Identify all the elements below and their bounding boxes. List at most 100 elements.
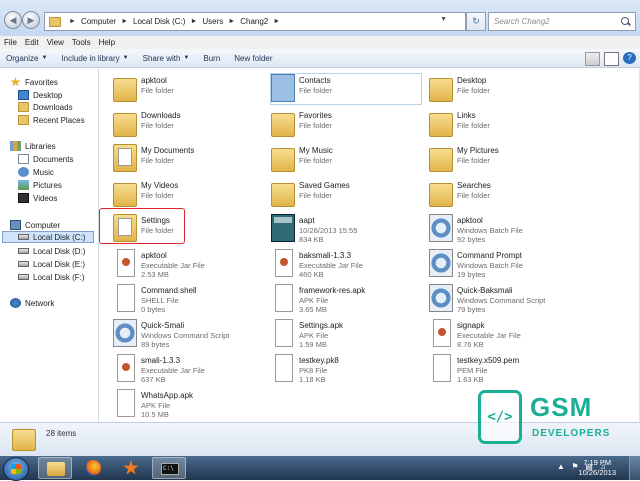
file-item[interactable]: My Videos File folder: [113, 179, 263, 209]
new-folder-button[interactable]: New folder: [234, 54, 272, 63]
file-item[interactable]: apktool Executable Jar File 2.53 MB: [113, 249, 263, 279]
nav-computer[interactable]: Computer: [10, 219, 60, 231]
chevron-right-icon[interactable]: ►: [273, 18, 280, 25]
help-icon[interactable]: ?: [623, 52, 636, 64]
file-name: Command.shell: [141, 286, 197, 295]
file-item[interactable]: framework-res.apk APK File 3.65 MB: [271, 284, 421, 314]
file-item[interactable]: Saved Games File folder: [271, 179, 421, 209]
nav-desktop[interactable]: Desktop: [18, 89, 62, 101]
file-name: Contacts: [299, 76, 331, 85]
clock-date: 10/26/2013: [578, 468, 616, 477]
chevron-right-icon[interactable]: ►: [228, 18, 235, 25]
file-item[interactable]: apktool Windows Batch File 92 bytes: [429, 214, 579, 244]
include-in-library-button[interactable]: Include in library ▼: [61, 54, 128, 63]
file-size: 19 bytes: [457, 270, 486, 279]
organize-button[interactable]: Organize ▼: [6, 54, 47, 63]
file-item[interactable]: apktool File folder: [113, 74, 263, 104]
file-item[interactable]: My Pictures File folder: [429, 144, 579, 174]
nav-label: Local Disk (D:): [33, 246, 86, 256]
nav-downloads[interactable]: Downloads: [18, 101, 73, 113]
file-item[interactable]: My Documents File folder: [113, 144, 263, 174]
menu-tools[interactable]: Tools: [72, 38, 91, 47]
taskbar-explorer-button[interactable]: [38, 457, 72, 479]
nav-libraries[interactable]: Libraries: [10, 140, 56, 152]
nav-network[interactable]: Network: [10, 297, 54, 309]
chevron-down-icon[interactable]: ▼: [440, 16, 447, 23]
file-item[interactable]: Quick-Baksmali Windows Command Script 79 b…: [429, 284, 579, 314]
back-button[interactable]: ◀: [4, 11, 22, 29]
change-view-icon[interactable]: [585, 52, 600, 66]
gsm-developers-watermark: </> GSM DEVELOPERS: [478, 390, 638, 452]
menu-edit[interactable]: Edit: [25, 38, 39, 47]
menu-file[interactable]: File: [4, 38, 17, 47]
file-item[interactable]: Downloads File folder: [113, 109, 263, 139]
file-item[interactable]: testkey.x509.pem PEM File 1.63 KB: [429, 354, 579, 384]
taskbar-firefox-button[interactable]: [76, 457, 110, 479]
file-item[interactable]: Command.shell SHELL File 0 bytes: [113, 284, 263, 314]
file-item[interactable]: Contacts File folder: [270, 73, 422, 105]
crumb-computer[interactable]: Computer: [81, 17, 116, 26]
nav-label: Documents: [33, 154, 74, 164]
file-item[interactable]: Favorites File folder: [271, 109, 421, 139]
file-item[interactable]: Links File folder: [429, 109, 579, 139]
batch-icon: [113, 319, 137, 347]
menu-view[interactable]: View: [47, 38, 64, 47]
file-type: File folder: [299, 121, 332, 130]
nav-local-disk-e[interactable]: Local Disk (E:): [18, 258, 85, 270]
nav-videos[interactable]: Videos: [18, 192, 57, 204]
file-size: 3.65 MB: [299, 305, 327, 314]
share-with-button[interactable]: Share with ▼: [143, 54, 190, 63]
file-item[interactable]: Searches File folder: [429, 179, 579, 209]
videos-icon: [18, 193, 29, 203]
menu-help[interactable]: Help: [99, 38, 115, 47]
clock[interactable]: 7:19 PM 10/26/2013: [578, 458, 616, 478]
refresh-button[interactable]: ↻: [466, 12, 486, 31]
file-item[interactable]: Settings.apk APK File 1.59 MB: [271, 319, 421, 349]
chevron-right-icon[interactable]: ►: [190, 18, 197, 25]
taskbar-avast-button[interactable]: [114, 457, 148, 479]
file-item[interactable]: testkey.pk8 PK8 File 1.18 KB: [271, 354, 421, 384]
file-item[interactable]: aapt 10/26/2013 15:55 834 KB: [271, 214, 421, 244]
nav-local-disk-c[interactable]: Local Disk (C:): [2, 231, 94, 243]
file-item[interactable]: My Music File folder: [271, 144, 421, 174]
file-type: 10/26/2013 15:55: [299, 226, 358, 235]
nav-documents[interactable]: Documents: [18, 153, 73, 165]
burn-button[interactable]: Burn: [203, 54, 220, 63]
address-bar[interactable]: ► Computer ► Local Disk (C:) ► Users ► C…: [44, 12, 466, 31]
file-type: File folder: [141, 191, 174, 200]
search-input[interactable]: Search Chang2: [489, 17, 621, 26]
file-type: File folder: [299, 86, 332, 95]
file-item[interactable]: smali-1.3.3 Executable Jar File 637 KB: [113, 354, 263, 384]
chevron-right-icon[interactable]: ►: [121, 18, 128, 25]
file-item[interactable]: signapk Executable Jar File 8.76 KB: [429, 319, 579, 349]
file-item[interactable]: Command Prompt Windows Batch File 19 bytes: [429, 249, 579, 279]
search-icon[interactable]: [621, 16, 631, 27]
search-box[interactable]: Search Chang2: [488, 12, 636, 31]
file-name: WhatsApp.apk: [141, 391, 194, 400]
code-brackets-icon: </>: [478, 390, 522, 444]
taskbar-cmd-button[interactable]: C:\: [152, 457, 186, 479]
nav-music[interactable]: Music: [18, 166, 54, 178]
preview-pane-icon[interactable]: [604, 52, 619, 66]
nav-local-disk-f[interactable]: Local Disk (F:): [18, 271, 85, 283]
file-item[interactable]: WhatsApp.apk APK File 10.5 MB: [113, 389, 263, 419]
file-item[interactable]: baksmali-1.3.3 Executable Jar File 460 KB: [271, 249, 421, 279]
clock-time: 7:19 PM: [583, 458, 612, 467]
libraries-icon: [10, 141, 21, 151]
crumb-users[interactable]: Users: [202, 17, 223, 26]
crumb-chang2[interactable]: Chang2: [240, 17, 268, 26]
file-item[interactable]: Desktop File folder: [429, 74, 579, 104]
chevron-up-icon[interactable]: ▲: [556, 462, 566, 472]
show-desktop-button[interactable]: [629, 456, 640, 480]
start-button[interactable]: [3, 457, 29, 481]
organize-label: Organize: [6, 53, 39, 63]
crumb-local-disk-c[interactable]: Local Disk (C:): [133, 17, 185, 26]
forward-button[interactable]: ▶: [22, 11, 40, 29]
nav-recent-places[interactable]: Recent Places: [18, 114, 85, 126]
file-icon: [275, 354, 293, 382]
nav-local-disk-d[interactable]: Local Disk (D:): [18, 245, 85, 257]
file-item[interactable]: Quick-Smali Windows Command Script 89 byte…: [113, 319, 263, 349]
nav-favorites[interactable]: Favorites: [10, 76, 58, 88]
breadcrumb: ► Computer ► Local Disk (C:) ► Users ► C…: [64, 17, 285, 26]
nav-pictures[interactable]: Pictures: [18, 179, 62, 191]
